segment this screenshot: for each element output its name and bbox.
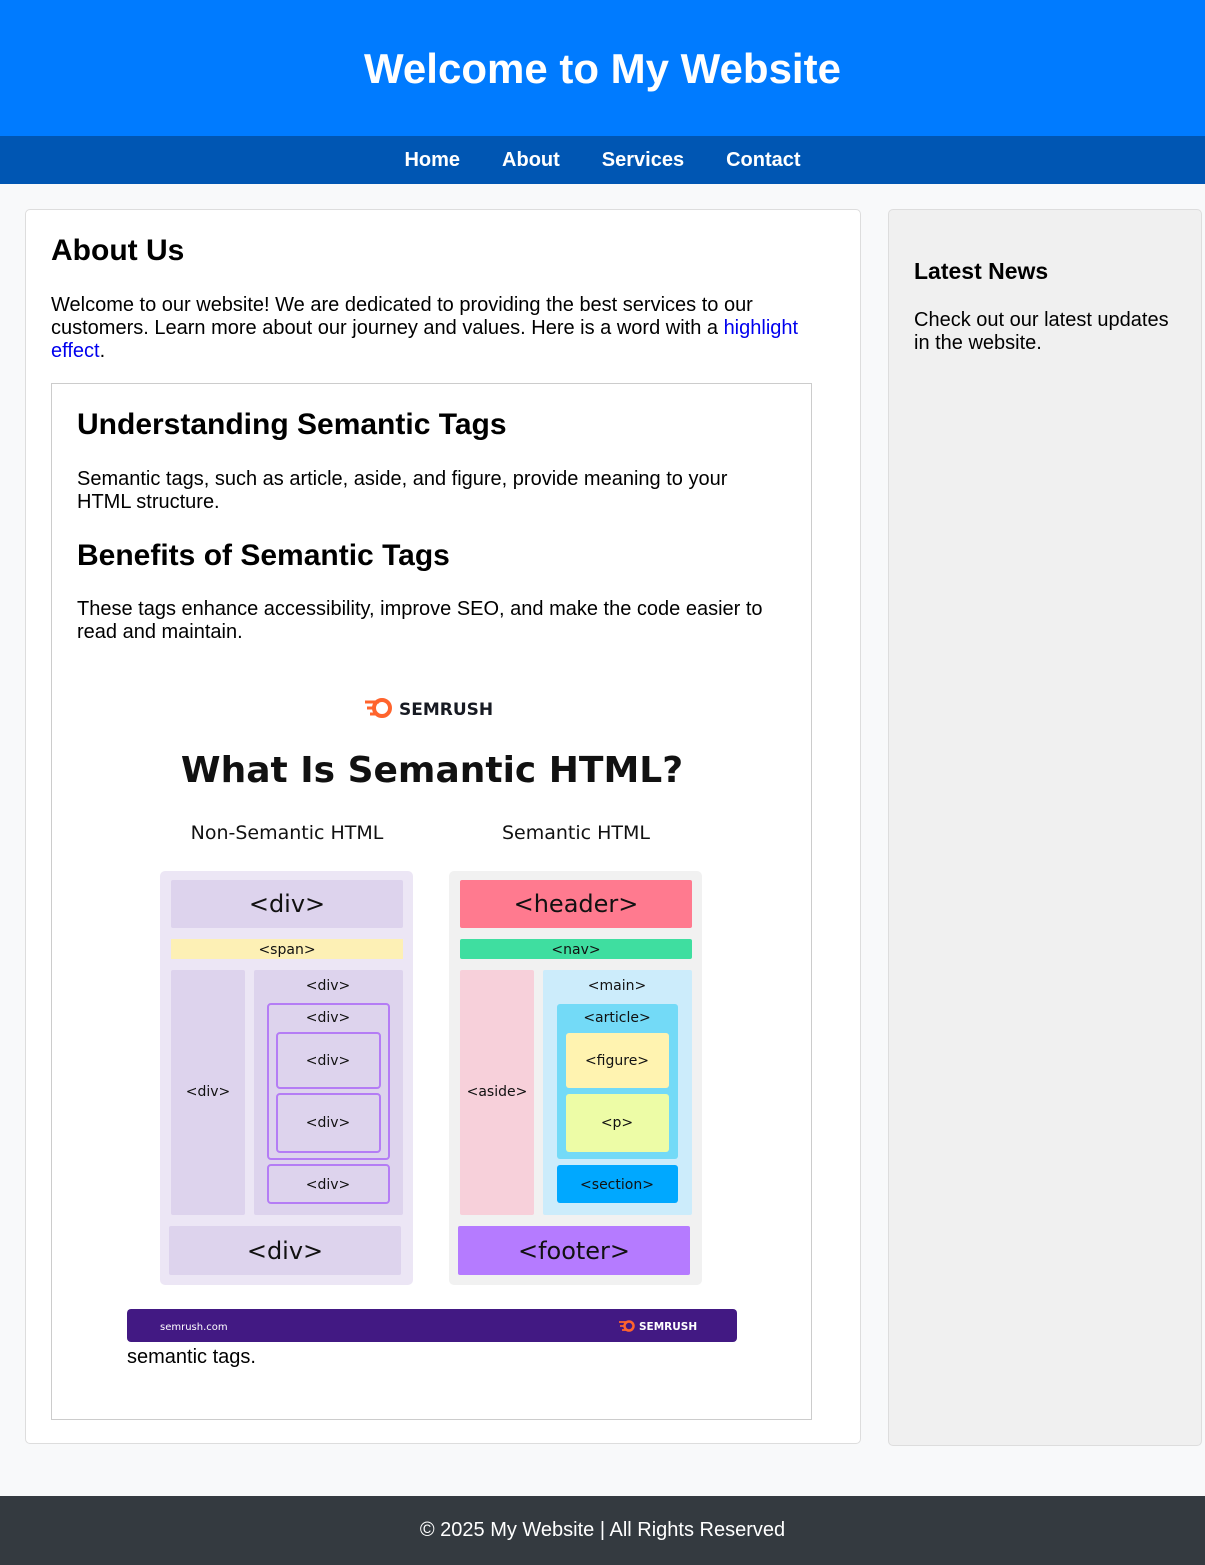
- banner-brand: SEMRUSH: [639, 1321, 697, 1333]
- sem-figure: <figure>: [585, 1053, 649, 1069]
- ns-div-p: <div>: [306, 1115, 351, 1131]
- ns-div-side: <div>: [186, 1084, 231, 1100]
- nav-home-link[interactable]: Home: [404, 136, 460, 184]
- figure-brand: SEMRUSH: [399, 700, 493, 720]
- semantic-tags-heading: Understanding Semantic Tags: [77, 408, 507, 441]
- intro-paragraph: Welcome to our website! We are dedicated…: [51, 294, 811, 363]
- site-header: Welcome to My Website: [0, 0, 1205, 136]
- ns-div-top: <div>: [249, 890, 325, 918]
- intro-end: .: [99, 340, 106, 362]
- sem-section: <section>: [580, 1177, 654, 1193]
- figure-caption: semantic tags.: [127, 1346, 256, 1368]
- banner-url: semrush.com: [160, 1322, 228, 1333]
- semantic-heading: Semantic HTML: [502, 822, 650, 844]
- semantic-tags-paragraph: Semantic tags, such as article, aside, a…: [77, 468, 728, 513]
- nav-contact-link[interactable]: Contact: [726, 136, 800, 184]
- ns-div-main: <div>: [306, 978, 351, 994]
- sem-footer: <footer>: [518, 1237, 630, 1265]
- sem-header: <header>: [514, 890, 639, 918]
- ns-span: <span>: [258, 942, 315, 958]
- sem-main: <main>: [588, 978, 646, 994]
- sidebar-title: Latest News: [914, 258, 1049, 284]
- article-box: Understanding Semantic Tags Semantic tag…: [51, 383, 812, 1420]
- ns-div-bottom: <div>: [247, 1237, 323, 1265]
- non-semantic-heading: Non-Semantic HTML: [191, 822, 384, 844]
- intro-text: Welcome to our website! We are dedicated…: [51, 294, 753, 339]
- ns-div-figure: <div>: [306, 1053, 351, 1069]
- semantic-html-figure: SEMRUSH What Is Semantic HTML? Non-Seman…: [127, 674, 737, 1342]
- benefits-heading: Benefits of Semantic Tags: [77, 539, 450, 572]
- sem-article: <article>: [583, 1010, 650, 1026]
- benefits-paragraph: These tags enhance accessibility, improv…: [77, 598, 763, 643]
- main-content: About Us Welcome to our website! We are …: [25, 209, 861, 1444]
- figure-title: What Is Semantic HTML?: [181, 750, 683, 791]
- ns-div-article: <div>: [306, 1010, 351, 1026]
- ns-div-section: <div>: [306, 1177, 351, 1193]
- semantic-panel: <header> <nav> <aside> <main> <article> …: [449, 871, 702, 1285]
- sidebar: Latest News Check out our latest updates…: [888, 209, 1202, 1446]
- sem-aside: <aside>: [467, 1084, 528, 1100]
- sidebar-text: Check out our latest updates in the webs…: [914, 309, 1169, 354]
- nav-services-link[interactable]: Services: [602, 136, 684, 184]
- sem-p: <p>: [601, 1115, 633, 1131]
- site-footer: © 2025 My Website | All Rights Reserved: [0, 1496, 1205, 1565]
- sem-nav: <nav>: [551, 942, 600, 958]
- site-title: Welcome to My Website: [364, 45, 841, 92]
- semantic-html-diagram: SEMRUSH What Is Semantic HTML? Non-Seman…: [127, 674, 737, 1342]
- non-semantic-panel: <div> <span> <div> <div> <div> <div> <di…: [160, 871, 413, 1285]
- main-nav: Home About Services Contact: [0, 136, 1205, 184]
- about-heading: About Us: [51, 234, 185, 267]
- nav-about-link[interactable]: About: [502, 136, 560, 184]
- footer-text: © 2025 My Website | All Rights Reserved: [419, 1519, 786, 1541]
